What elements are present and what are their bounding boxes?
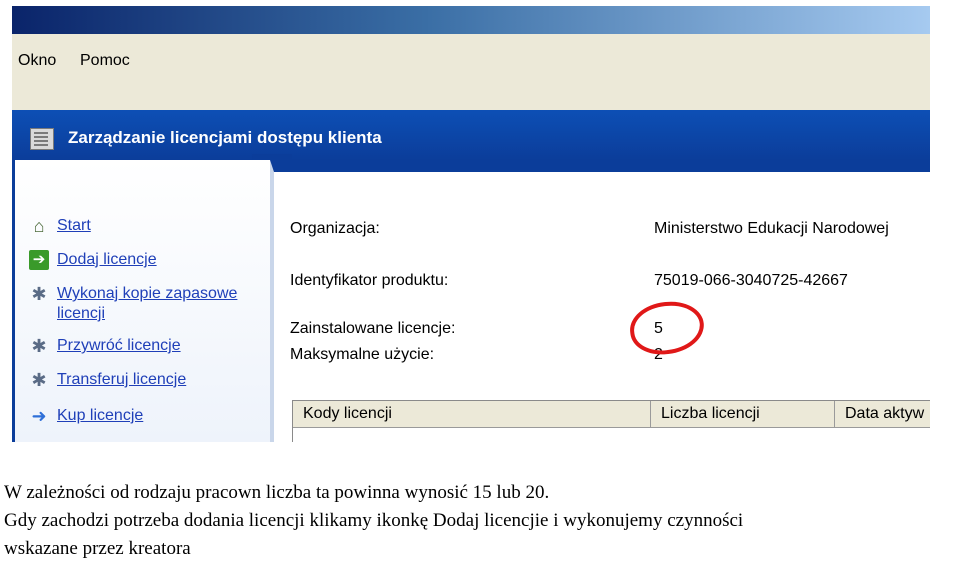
console-header: Zarządzanie licencjami dostępu klienta	[12, 110, 930, 160]
task-restore-licenses[interactable]: ✱ Przywróć licencje	[29, 336, 247, 356]
task-pane: ⌂ Start ➔ Dodaj licencje ✱ Wykonaj kopie…	[12, 160, 273, 442]
task-add-licenses[interactable]: ➔ Dodaj licencje	[29, 250, 247, 270]
menu-pomoc[interactable]: Pomoc	[80, 52, 130, 70]
tools-icon: ✱	[31, 336, 47, 356]
installed-licenses-label: Zainstalowane licencje:	[290, 320, 456, 337]
organization-label: Organizacja:	[290, 220, 380, 237]
column-header-activation-date[interactable]: Data aktyw	[835, 401, 930, 427]
console-title: Zarządzanie licencjami dostępu klienta	[68, 128, 382, 147]
tools-icon: ✱	[31, 284, 47, 304]
arrow-right-icon: ➜	[31, 406, 47, 426]
table-header: Kody licencji Liczba licencji Data aktyw	[293, 401, 930, 428]
caption-line-1: W zależności od rodzaju pracown liczba t…	[4, 482, 550, 503]
caption-line-2: Gdy zachodzi potrzeba dodania licencji k…	[4, 510, 744, 531]
column-header-license-count[interactable]: Liczba licencji	[651, 401, 835, 427]
license-table: Kody licencji Liczba licencji Data aktyw	[292, 400, 930, 442]
column-header-license-codes[interactable]: Kody licencji	[293, 401, 651, 427]
organization-value: Ministerstwo Edukacji Narodowej	[654, 220, 889, 237]
task-label: Kup licencje	[57, 407, 144, 424]
task-label: Przywróć licencje	[57, 337, 181, 354]
screenshot: Okno Pomoc Zarządzanie licencjami dostęp…	[12, 6, 930, 442]
task-label: Wykonaj kopie zapasowe licencji	[57, 285, 238, 322]
product-id-value: 75019-066-3040725-42667	[654, 272, 848, 289]
menu-okno[interactable]: Okno	[18, 52, 56, 70]
window-title-bar	[12, 6, 930, 34]
task-backup-licenses[interactable]: ✱ Wykonaj kopie zapasowe licencji	[29, 284, 247, 324]
product-id-label: Identyfikator produktu:	[290, 272, 449, 289]
home-icon: ⌂	[33, 216, 45, 236]
add-arrow-icon: ➔	[29, 250, 49, 270]
task-label: Transferuj licencje	[57, 371, 187, 388]
tools-icon: ✱	[31, 370, 47, 390]
task-start[interactable]: ⌂ Start	[29, 216, 247, 236]
task-label: Start	[57, 217, 91, 234]
caption-line-3: wskazane przez kreatora	[4, 538, 191, 559]
task-label: Dodaj licencje	[57, 251, 157, 268]
task-buy-licenses[interactable]: ➜ Kup licencje	[29, 406, 247, 426]
menu-bar: Okno Pomoc	[12, 34, 930, 111]
task-transfer-licenses[interactable]: ✱ Transferuj licencje	[29, 370, 247, 390]
console-icon	[30, 128, 54, 150]
max-usage-label: Maksymalne użycie:	[290, 346, 435, 363]
